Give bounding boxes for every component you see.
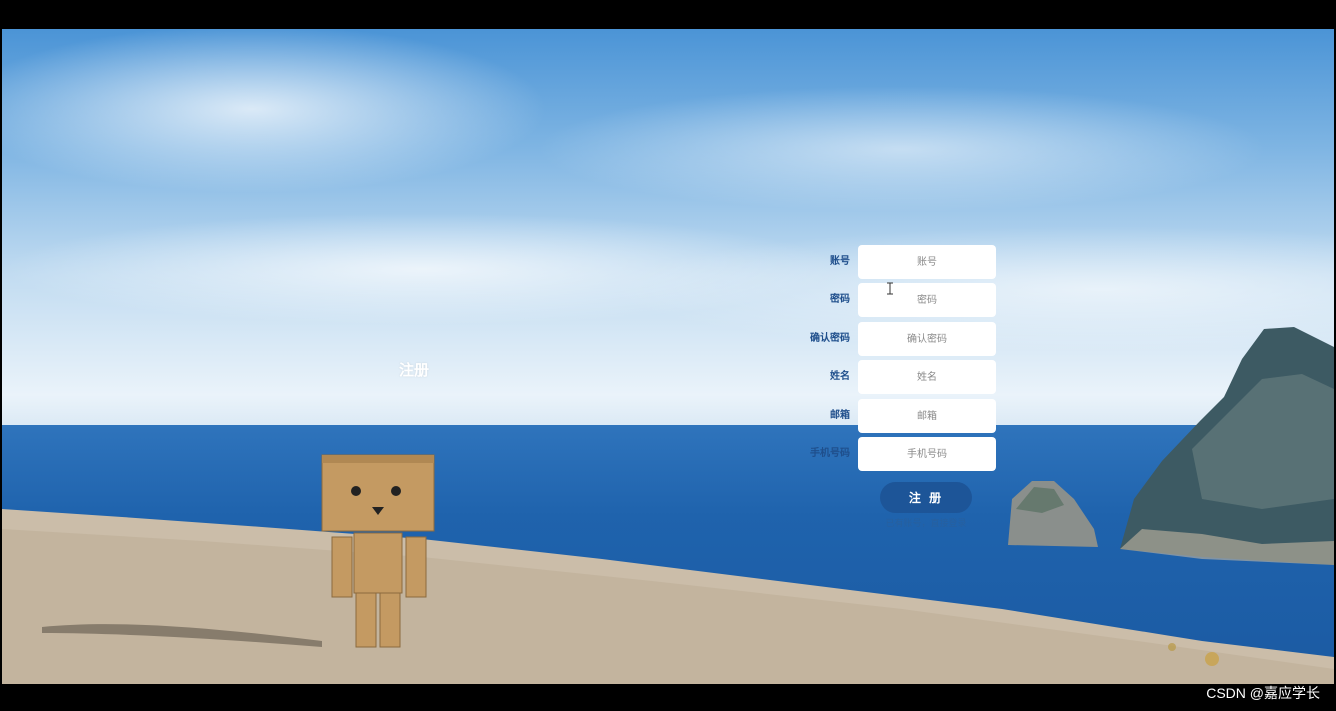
- register-submit-button[interactable]: 注 册: [880, 482, 972, 513]
- email-row: 邮箱: [790, 399, 1000, 433]
- confirm-password-row: 确认密码: [790, 322, 1000, 356]
- email-input[interactable]: [858, 399, 996, 433]
- account-label: 账号: [830, 256, 850, 267]
- confirm-password-label: 确认密码: [810, 333, 850, 344]
- login-link[interactable]: 已有账号，直接登录: [860, 516, 992, 529]
- confirm-password-input[interactable]: [858, 322, 996, 356]
- name-label: 姓名: [830, 371, 850, 382]
- phone-row: 手机号码: [790, 437, 1000, 471]
- name-row: 姓名: [790, 360, 1000, 394]
- password-row: 密码: [790, 283, 1000, 317]
- password-input[interactable]: [858, 283, 996, 317]
- name-input[interactable]: [858, 360, 996, 394]
- email-label: 邮箱: [830, 410, 850, 421]
- app-frame: 注册 账号 密码 确认密码 姓名 邮箱 手机号码 注 册 已有账号，直接登录: [0, 0, 1336, 711]
- phone-label: 手机号码: [810, 448, 850, 459]
- phone-input[interactable]: [858, 437, 996, 471]
- register-side-title: 注册: [398, 361, 429, 379]
- account-input[interactable]: [858, 245, 996, 279]
- account-row: 账号: [790, 245, 1000, 279]
- watermark-text: CSDN @嘉应学长: [1206, 685, 1320, 701]
- password-label: 密码: [830, 294, 850, 305]
- text-cursor-icon: [887, 282, 893, 295]
- register-form: 注册 账号 密码 确认密码 姓名 邮箱 手机号码 注 册 已有账号，直接登录: [0, 0, 1336, 711]
